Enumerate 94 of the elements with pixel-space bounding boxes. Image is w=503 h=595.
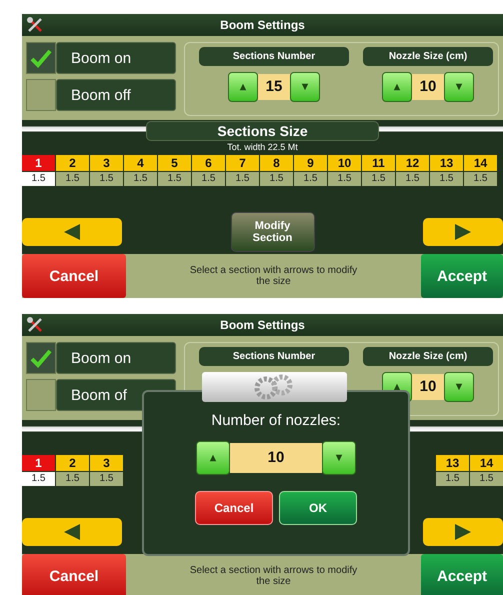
checkmark-icon xyxy=(30,48,52,68)
section-number[interactable]: 5 xyxy=(158,155,191,171)
section-number[interactable]: 4 xyxy=(124,155,157,171)
tools-icon xyxy=(26,316,44,334)
section-number[interactable]: 13 xyxy=(430,155,463,171)
section-size: 1.5 xyxy=(464,172,497,186)
boom-option-button[interactable]: Boom off xyxy=(56,79,176,111)
checkbox[interactable] xyxy=(26,379,56,411)
left-arrow-icon xyxy=(62,222,82,242)
previous-button[interactable] xyxy=(22,218,122,246)
section-size: 1.5 xyxy=(328,172,361,186)
accept-button[interactable]: Accept xyxy=(421,254,503,298)
section-size: 1.5 xyxy=(436,472,469,486)
section-size: 1.5 xyxy=(294,172,327,186)
increase-button[interactable] xyxy=(196,441,230,475)
boom-option-button[interactable]: Boom on xyxy=(56,42,176,74)
checkbox[interactable] xyxy=(26,342,56,374)
decrease-button[interactable] xyxy=(322,441,356,475)
section-number[interactable]: 8 xyxy=(260,155,293,171)
section-number[interactable]: 1 xyxy=(22,455,55,471)
section-number[interactable]: 2 xyxy=(56,455,89,471)
section-size: 1.5 xyxy=(430,172,463,186)
tools-icon xyxy=(26,16,44,34)
next-button[interactable] xyxy=(423,218,503,246)
down-arrow-icon xyxy=(455,383,464,391)
decrease-button[interactable] xyxy=(444,372,474,402)
section-size: 1.5 xyxy=(22,472,55,486)
section-number[interactable]: 12 xyxy=(396,155,429,171)
section-number[interactable]: 2 xyxy=(56,155,89,171)
spinner-label: Nozzle Size (cm) xyxy=(363,47,493,66)
up-arrow-icon xyxy=(392,83,401,91)
value-display: 10 xyxy=(230,443,322,473)
hint-text: Select a section with arrows to modify the size xyxy=(188,565,358,587)
checkbox[interactable] xyxy=(26,79,56,111)
section-number[interactable]: 13 xyxy=(436,455,469,471)
increase-button[interactable] xyxy=(382,72,412,102)
window-title: Boom Settings xyxy=(219,318,306,332)
section-number[interactable]: 11 xyxy=(362,155,395,171)
next-button[interactable] xyxy=(423,518,503,546)
spinner-label: Sections Number xyxy=(199,47,349,66)
decrease-button[interactable] xyxy=(290,72,320,102)
hint-text: Select a section with arrows to modify the size xyxy=(188,265,358,287)
section-size: 1.5 xyxy=(226,172,259,186)
value-display: 10 xyxy=(412,374,444,400)
section-number[interactable]: 14 xyxy=(464,155,497,171)
up-arrow-icon xyxy=(392,383,401,391)
ok-button[interactable]: OK xyxy=(279,491,357,525)
checkmark-icon xyxy=(30,348,52,368)
up-arrow-icon xyxy=(238,83,247,91)
spinner-label: Sections Number xyxy=(199,347,349,366)
section-size: 1.5 xyxy=(362,172,395,186)
section-number[interactable]: 6 xyxy=(192,155,225,171)
modify-section-button[interactable]: Modify Section xyxy=(230,212,314,252)
increase-button[interactable] xyxy=(228,72,258,102)
section-size: 1.5 xyxy=(260,172,293,186)
section-number[interactable]: 3 xyxy=(90,155,123,171)
section-number[interactable]: 10 xyxy=(328,155,361,171)
value-display: 15 xyxy=(258,74,290,100)
dialog-cancel-button[interactable]: Cancel xyxy=(195,491,273,525)
cancel-button[interactable]: Cancel xyxy=(22,254,126,298)
section-number[interactable]: 3 xyxy=(90,455,123,471)
section-number[interactable]: 7 xyxy=(226,155,259,171)
down-arrow-icon xyxy=(455,83,464,91)
checkbox[interactable] xyxy=(26,42,56,74)
right-arrow-icon xyxy=(453,222,473,242)
value-display: 10 xyxy=(412,74,444,100)
total-width-text: Tot. width 22.5 Mt xyxy=(226,142,299,154)
section-size: 1.5 xyxy=(22,172,55,186)
section-size: 1.5 xyxy=(56,472,89,486)
right-arrow-icon xyxy=(453,522,473,542)
section-size: 1.5 xyxy=(90,172,123,186)
up-arrow-icon xyxy=(208,454,217,462)
decrease-button[interactable] xyxy=(444,72,474,102)
section-size: 1.5 xyxy=(90,472,123,486)
window-title: Boom Settings xyxy=(219,18,306,32)
accept-button[interactable]: Accept xyxy=(421,554,503,595)
section-number[interactable]: 9 xyxy=(294,155,327,171)
section-size: 1.5 xyxy=(158,172,191,186)
section-number[interactable]: 1 xyxy=(22,155,55,171)
dialog-title: Number of nozzles: xyxy=(211,412,341,429)
section-heading: Sections Size xyxy=(146,121,379,141)
boom-option-button[interactable]: Boom on xyxy=(56,342,176,374)
down-arrow-icon xyxy=(335,454,344,462)
spinner-label: Nozzle Size (cm) xyxy=(363,347,493,366)
section-size: 1.5 xyxy=(192,172,225,186)
section-number[interactable]: 14 xyxy=(470,455,503,471)
down-arrow-icon xyxy=(301,83,310,91)
section-size: 1.5 xyxy=(56,172,89,186)
left-arrow-icon xyxy=(62,522,82,542)
previous-button[interactable] xyxy=(22,518,122,546)
cancel-button[interactable]: Cancel xyxy=(22,554,126,595)
section-size: 1.5 xyxy=(124,172,157,186)
section-size: 1.5 xyxy=(396,172,429,186)
section-size: 1.5 xyxy=(470,472,503,486)
